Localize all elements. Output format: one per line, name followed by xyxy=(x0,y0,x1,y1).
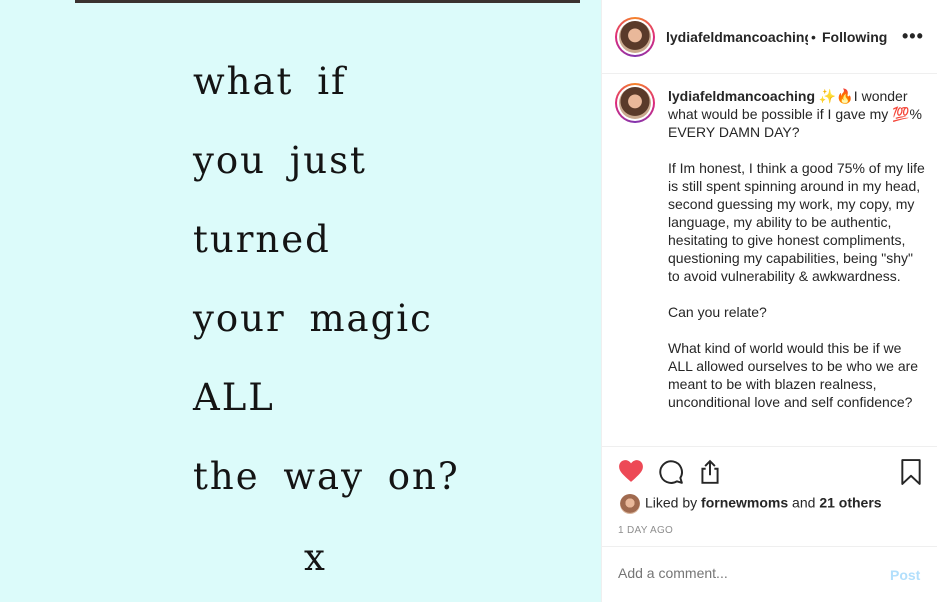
caption-area: lydiafeldmancoaching ✨🔥I wonder what wou… xyxy=(602,75,937,446)
post-sidebar: lydiafeldmancoaching • Following ••• lyd… xyxy=(601,0,937,602)
share-icon[interactable] xyxy=(697,459,723,490)
poem-line: you just xyxy=(193,139,367,182)
caption-username[interactable]: lydiafeldmancoaching xyxy=(668,88,815,104)
post-comment-button[interactable]: Post xyxy=(890,567,920,583)
post-image[interactable]: what if you just turned your magic ALL t… xyxy=(0,0,601,602)
poem-line: the way on? xyxy=(193,455,460,498)
poem-line: turned xyxy=(193,218,331,261)
poem-signoff: x xyxy=(304,536,325,579)
post-timestamp[interactable]: 1 DAY AGO xyxy=(618,525,673,536)
comment-input[interactable] xyxy=(618,565,868,581)
comment-icon[interactable] xyxy=(658,459,684,490)
likes-and: and xyxy=(788,494,820,511)
following-button[interactable]: Following xyxy=(822,29,887,45)
image-top-strip xyxy=(75,0,580,3)
comment-bar: Post xyxy=(602,546,937,602)
caption-text: lydiafeldmancoaching ✨🔥I wonder what wou… xyxy=(668,87,928,429)
poem-line: ALL xyxy=(193,376,275,419)
author-avatar[interactable] xyxy=(615,17,655,57)
bookmark-icon[interactable] xyxy=(900,459,922,490)
poem-line: your magic xyxy=(193,297,433,340)
poem-line: what if xyxy=(193,60,347,103)
likes-prefix: Liked by xyxy=(645,494,702,511)
caption-paragraph: If Im honest, I think a good 75% of my l… xyxy=(668,160,925,284)
heart-icon[interactable] xyxy=(618,459,644,488)
poem-text: what if you just turned your magic ALL t… xyxy=(193,58,460,532)
author-username[interactable]: lydiafeldmancoaching xyxy=(666,29,808,45)
likes-summary: Liked by fornewmoms and 21 others xyxy=(620,494,882,514)
caption-paragraph: Can you relate? xyxy=(668,304,767,320)
likes-others-link[interactable]: 21 others xyxy=(819,495,881,511)
more-options-icon[interactable]: ••• xyxy=(902,26,924,47)
post-header: lydiafeldmancoaching • Following ••• xyxy=(602,0,937,74)
liker-username[interactable]: fornewmoms xyxy=(701,495,788,511)
caption-avatar[interactable] xyxy=(615,83,655,123)
liker-avatar[interactable] xyxy=(620,494,640,514)
action-bar: Liked by fornewmoms and 21 others 1 DAY … xyxy=(602,446,937,546)
separator-dot: • xyxy=(811,29,816,45)
caption-paragraph: What kind of world would this be if we A… xyxy=(668,340,919,410)
